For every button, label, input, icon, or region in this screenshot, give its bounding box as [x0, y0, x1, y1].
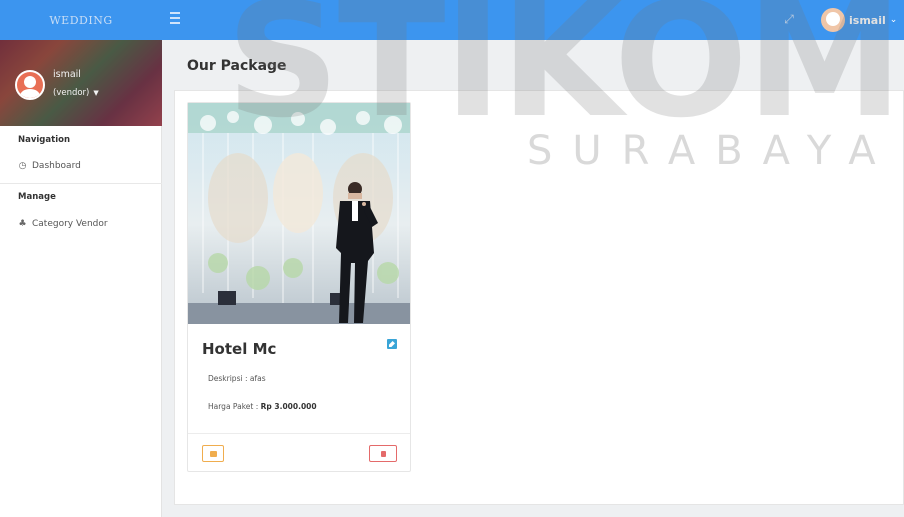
- package-image: [188, 103, 410, 324]
- chevron-down-icon: ⌄: [889, 15, 898, 25]
- profile-role: (vendor): [53, 88, 90, 98]
- brand-logo[interactable]: WEDDING: [0, 0, 162, 40]
- user-name: ismail: [849, 13, 886, 27]
- menu-toggle-icon[interactable]: [170, 12, 186, 26]
- package-title: Hotel Mc: [202, 340, 277, 358]
- profile-avatar: [15, 70, 45, 100]
- nav-heading-manage: Manage: [18, 192, 56, 202]
- package-price: Harga Paket : Rp 3.000.000: [208, 402, 317, 411]
- cake-icon: ♣: [18, 219, 27, 229]
- clock-icon: ◷: [18, 161, 27, 171]
- divider: [0, 183, 162, 184]
- user-menu[interactable]: ismail ⌄: [821, 8, 897, 32]
- caret-down-icon: ▼: [93, 89, 99, 97]
- sidebar-profile: ismail (vendor) ▼: [0, 40, 162, 126]
- brand-logo-text: WEDDING: [49, 13, 113, 27]
- card-footer-divider: [188, 433, 410, 434]
- price-value: Rp 3.000.000: [260, 402, 317, 411]
- top-navbar: WEDDING ⤢ ismail ⌄: [0, 0, 904, 40]
- edit-icon[interactable]: [387, 339, 397, 349]
- delete-package-button[interactable]: [369, 445, 397, 462]
- nav-heading-navigation: Navigation: [18, 135, 70, 145]
- page-title: Our Package: [187, 58, 287, 74]
- edit-package-button[interactable]: [202, 445, 224, 462]
- description-label: Deskripsi :: [208, 374, 250, 383]
- sidebar-item-label: Category Vendor: [32, 219, 108, 229]
- avatar: [821, 8, 845, 32]
- description-value: afas: [249, 374, 266, 383]
- fullscreen-icon[interactable]: ⤢: [781, 11, 797, 27]
- main-content: Our Package Hotel Mc Deskripsi: afas Ha…: [163, 40, 904, 517]
- package-panel: Hotel Mc Deskripsi : afas Harga Paket : …: [174, 90, 904, 505]
- package-description: Deskripsi : afas: [208, 374, 266, 383]
- profile-role-dropdown[interactable]: (vendor) ▼: [53, 88, 99, 98]
- price-label: Harga Paket :: [208, 402, 261, 411]
- sidebar: ismail (vendor) ▼ Navigation ◷ Dashboard …: [0, 40, 162, 517]
- profile-name: ismail: [53, 69, 81, 80]
- sidebar-item-label: Dashboard: [32, 161, 81, 171]
- package-card: Hotel Mc Deskripsi : afas Harga Paket : …: [187, 102, 411, 472]
- sidebar-item-dashboard[interactable]: ◷ Dashboard: [18, 161, 81, 171]
- sidebar-item-category-vendor[interactable]: ♣ Category Vendor: [18, 219, 108, 229]
